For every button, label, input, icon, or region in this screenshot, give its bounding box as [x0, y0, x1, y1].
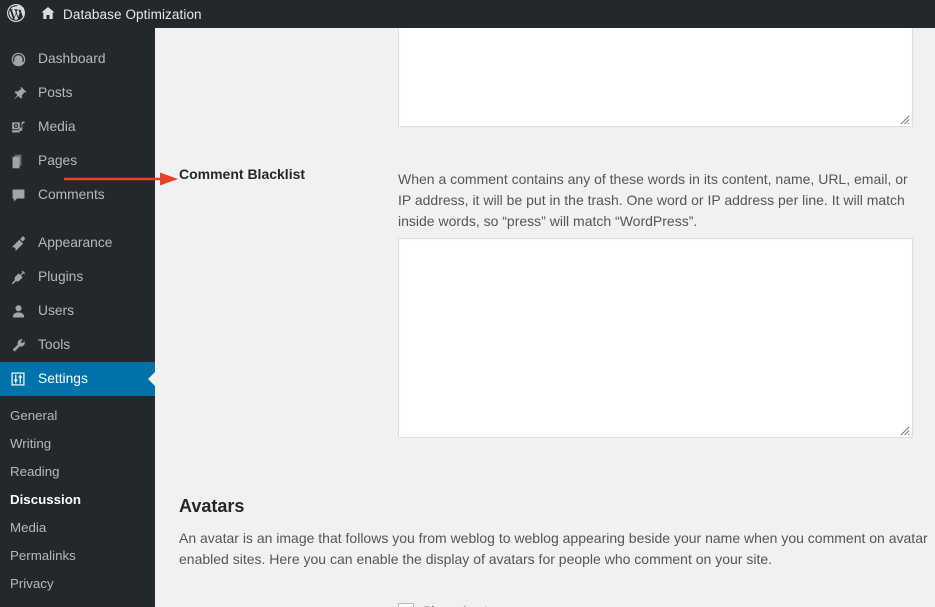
paintbrush-icon: [8, 233, 28, 253]
sidebar-item-posts[interactable]: Posts: [0, 76, 155, 110]
speech-bubble-icon: [8, 185, 28, 205]
admin-bar: Database Optimization: [0, 0, 935, 28]
wordpress-logo-button[interactable]: [0, 0, 32, 28]
home-icon: [40, 5, 56, 24]
comment-blacklist-label: Comment Blacklist: [179, 166, 306, 182]
sidebar-item-label: Users: [38, 303, 75, 319]
show-avatars-field[interactable]: Show Avatars: [398, 603, 507, 607]
comment-moderation-textarea[interactable]: [398, 28, 913, 127]
pushpin-icon: [8, 83, 28, 103]
dashboard-gauge-icon: [8, 49, 28, 69]
sidebar-item-label: Settings: [38, 371, 88, 387]
sidebar-item-label: Appearance: [38, 235, 113, 251]
sidebar-item-label: Pages: [38, 153, 78, 169]
menu-group-separator: [0, 212, 155, 226]
sidebar-item-comments[interactable]: Comments: [0, 178, 155, 212]
sidebar-item-label: Plugins: [38, 269, 84, 285]
site-title: Database Optimization: [63, 6, 202, 22]
comment-blacklist-description: When a comment contains any of these wor…: [398, 171, 908, 229]
sidebar-item-label: Tools: [38, 337, 71, 353]
avatars-section-description: An avatar is an image that follows you f…: [179, 530, 928, 567]
sliders-icon: [8, 369, 28, 389]
sidebar-item-dashboard[interactable]: Dashboard: [0, 42, 155, 76]
current-menu-arrow-icon: [148, 371, 156, 387]
plug-icon: [8, 267, 28, 287]
show-avatars-checkbox[interactable]: [398, 603, 414, 607]
site-name-menu[interactable]: Database Optimization: [32, 0, 210, 28]
submenu-item-discussion[interactable]: Discussion: [0, 486, 155, 514]
pages-icon: [8, 151, 28, 171]
menu-top-spacer: [0, 28, 155, 42]
submenu-item-media[interactable]: Media: [0, 514, 155, 542]
wrench-icon: [8, 335, 28, 355]
submenu-item-reading[interactable]: Reading: [0, 458, 155, 486]
submenu-item-privacy[interactable]: Privacy: [0, 570, 155, 598]
sidebar-item-label: Media: [38, 119, 76, 135]
sidebar-item-label: Comments: [38, 187, 105, 203]
sidebar-item-users[interactable]: Users: [0, 294, 155, 328]
sidebar-item-media[interactable]: Media: [0, 110, 155, 144]
media-icon: [8, 117, 28, 137]
show-avatars-label[interactable]: Show Avatars: [422, 603, 507, 607]
sidebar-item-pages[interactable]: Pages: [0, 144, 155, 178]
user-icon: [8, 301, 28, 321]
sidebar-item-tools[interactable]: Tools: [0, 328, 155, 362]
sidebar-item-appearance[interactable]: Appearance: [0, 226, 155, 260]
wordpress-logo-icon: [6, 3, 26, 26]
submenu-item-writing[interactable]: Writing: [0, 430, 155, 458]
submenu-item-permalinks[interactable]: Permalinks: [0, 542, 155, 570]
sidebar-item-plugins[interactable]: Plugins: [0, 260, 155, 294]
textarea-resize-grip-icon[interactable]: [898, 112, 910, 125]
settings-discussion-form: Comment Blacklist When a comment contain…: [155, 28, 935, 607]
sidebar-item-settings[interactable]: Settings: [0, 362, 156, 396]
sidebar-item-label: Dashboard: [38, 51, 106, 67]
admin-sidebar-menu: Dashboard Posts Media Pages Comments App…: [0, 28, 156, 607]
comment-blacklist-textarea[interactable]: [398, 238, 913, 438]
submenu-item-general[interactable]: General: [0, 402, 155, 430]
textarea-resize-grip-icon[interactable]: [898, 423, 910, 436]
avatars-section-title: Avatars: [179, 496, 245, 516]
settings-submenu: General Writing Reading Discussion Media…: [0, 396, 155, 606]
sidebar-item-label: Posts: [38, 85, 73, 101]
checkmark-icon: [410, 606, 412, 607]
